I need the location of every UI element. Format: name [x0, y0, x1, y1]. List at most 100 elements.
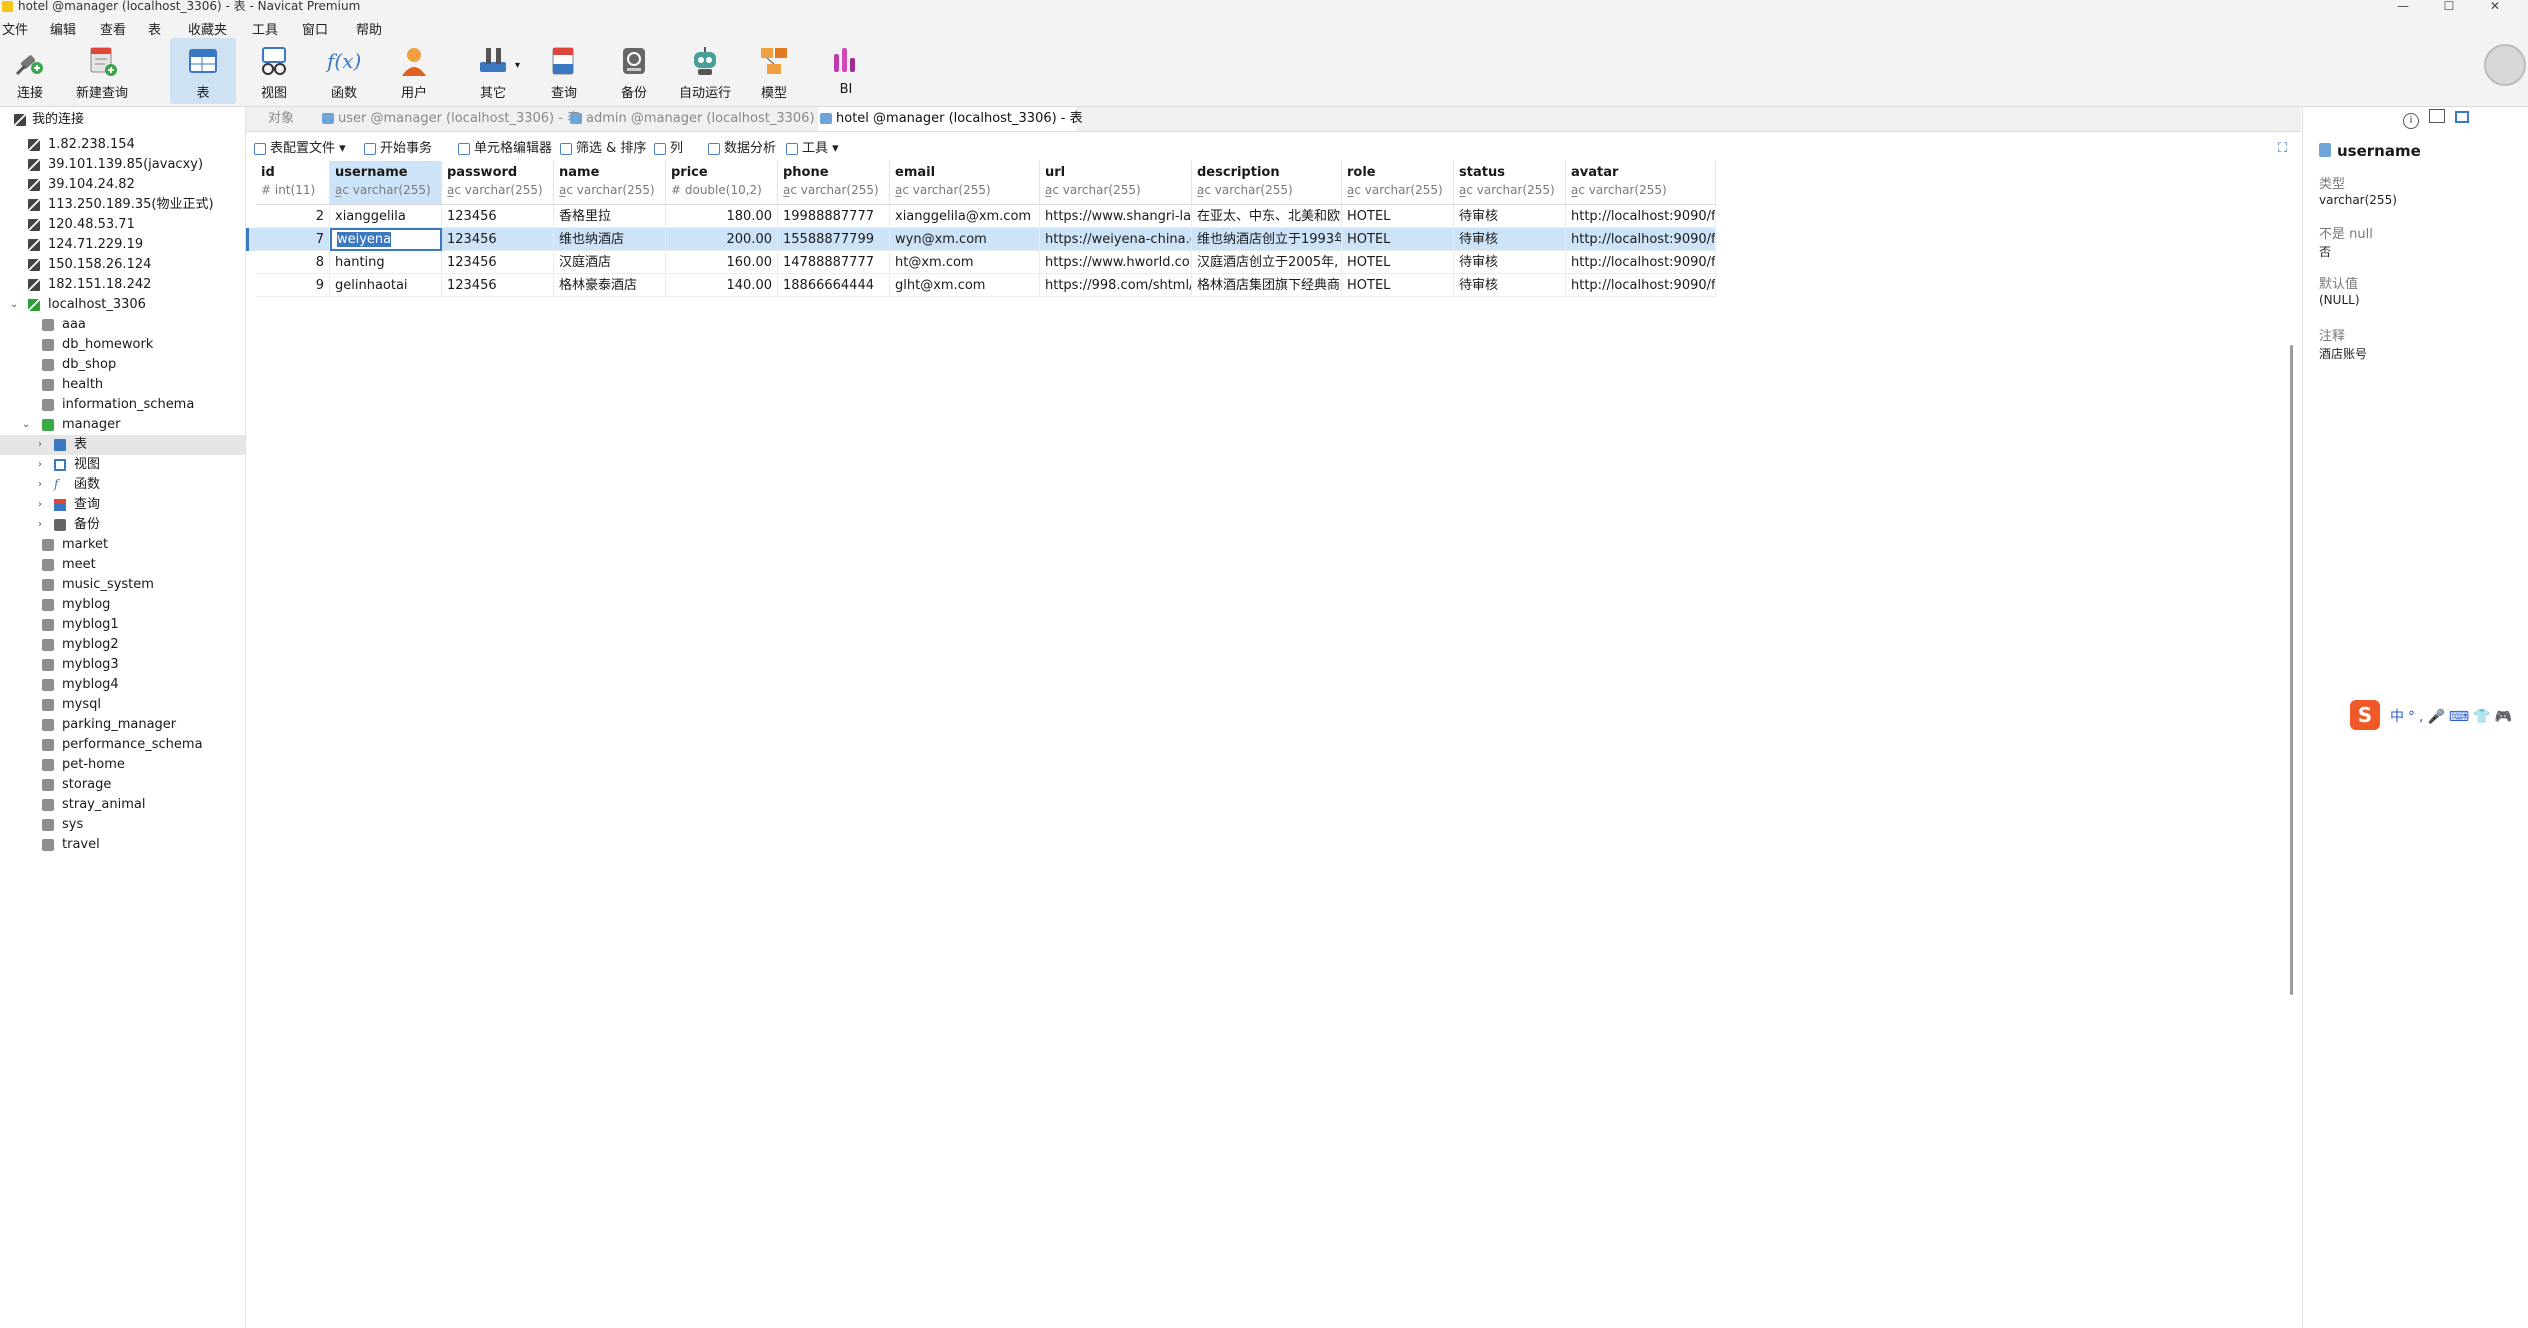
tree-connection[interactable]: 120.48.53.71 — [0, 215, 245, 235]
table-cell[interactable]: 200.00 — [666, 228, 778, 251]
filter-sort-button[interactable]: 筛选 & 排序 — [558, 140, 646, 158]
tree-database[interactable]: information_schema — [0, 395, 245, 415]
table-cell[interactable]: 15588877799 — [778, 228, 890, 251]
table-cell[interactable]: 待审核 — [1454, 274, 1566, 297]
tree-database[interactable]: myblog4 — [0, 675, 245, 695]
tree-database[interactable]: market — [0, 535, 245, 555]
tree-database[interactable]: storage — [0, 775, 245, 795]
menu-favorites[interactable]: 收藏夹 — [188, 19, 227, 38]
table-cell[interactable]: wyn@xm.com — [890, 228, 1040, 251]
column-header-name[interactable]: name a̲c varchar(255) — [554, 161, 666, 205]
tree-database[interactable]: myblog2 — [0, 635, 245, 655]
tree-database[interactable]: parking_manager — [0, 715, 245, 735]
tree-database[interactable]: pet-home — [0, 755, 245, 775]
table-cell[interactable]: https://998.com/shtml/0 — [1040, 274, 1192, 297]
tree-node-queries[interactable]: › 查询 — [0, 495, 245, 515]
column-header-url[interactable]: url a̲c varchar(255) — [1040, 161, 1192, 205]
table-cell[interactable]: 9 — [256, 274, 330, 297]
tree-connection[interactable]: 39.104.24.82 — [0, 175, 245, 195]
tree-connection[interactable]: 1.82.238.154 — [0, 135, 245, 155]
keyboard-icon[interactable]: ⌨ — [2449, 709, 2473, 725]
column-header-price[interactable]: price # double(10,2) — [666, 161, 778, 205]
table-cell-editing[interactable]: weiyena — [330, 228, 442, 251]
table-cell[interactable]: HOTEL — [1342, 251, 1454, 274]
tree-database[interactable]: performance_schema — [0, 735, 245, 755]
ime-punctuation[interactable]: °, — [2408, 709, 2427, 725]
tree-database[interactable]: mysql — [0, 695, 245, 715]
table-cell[interactable]: 123456 — [442, 251, 554, 274]
tree-connection[interactable]: 150.158.26.124 — [0, 255, 245, 275]
column-header-email[interactable]: email a̲c varchar(255) — [890, 161, 1040, 205]
table-cell[interactable]: 维也纳酒店 — [554, 228, 666, 251]
auto-run-button[interactable]: 自动运行 — [672, 38, 738, 104]
table-cell[interactable]: xianggelila@xm.com — [890, 205, 1040, 228]
tree-database-manager[interactable]: ⌄ manager — [0, 415, 245, 435]
table-cell[interactable]: 汉庭酒店创立于2005年, 是 — [1192, 251, 1342, 274]
backup-button[interactable]: 备份 — [612, 38, 656, 104]
vertical-scrollbar[interactable] — [2290, 345, 2293, 995]
table-cell[interactable]: 160.00 — [666, 251, 778, 274]
table-cell[interactable]: 19988887777 — [778, 205, 890, 228]
grid-view-icon[interactable] — [2455, 111, 2469, 123]
chevron-right-icon[interactable]: › — [38, 495, 42, 515]
table-cell[interactable]: 2 — [256, 205, 330, 228]
table-cell[interactable]: 维也纳酒店创立于1993年, — [1192, 228, 1342, 251]
chevron-right-icon[interactable]: › — [38, 435, 42, 455]
microphone-icon[interactable]: 🎤 — [2427, 709, 2448, 725]
table-cell[interactable]: 待审核 — [1454, 251, 1566, 274]
columns-button[interactable]: 列 — [652, 140, 683, 158]
tree-database[interactable]: stray_animal — [0, 795, 245, 815]
skin-icon[interactable]: 👕 — [2473, 709, 2494, 725]
column-header-password[interactable]: password a̲c varchar(255) — [442, 161, 554, 205]
tab-admin-table[interactable]: admin @manager (localhost_3306) -... — [568, 107, 836, 131]
tree-connection-localhost[interactable]: ⌄ localhost_3306 — [0, 295, 245, 315]
menu-table[interactable]: 表 — [148, 19, 161, 38]
model-button[interactable]: 模型 — [752, 38, 796, 104]
table-cell[interactable]: http://localhost:9090/file — [1566, 228, 1716, 251]
tree-connection[interactable]: 113.250.189.35(物业正式) — [0, 195, 245, 215]
table-cell[interactable]: glht@xm.com — [890, 274, 1040, 297]
tree-database[interactable]: myblog — [0, 595, 245, 615]
tree-node-functions[interactable]: › f 函数 — [0, 475, 245, 495]
ddl-icon[interactable] — [2429, 109, 2445, 123]
table-cell[interactable]: http://localhost:9090/file — [1566, 274, 1716, 297]
connect-button[interactable]: 连接 — [8, 38, 52, 104]
table-cell[interactable]: 格林酒店集团旗下经典商务 — [1192, 274, 1342, 297]
menu-edit[interactable]: 编辑 — [50, 19, 76, 38]
view-button[interactable]: 视图 — [252, 38, 296, 104]
tree-database[interactable]: db_shop — [0, 355, 245, 375]
menu-file[interactable]: 文件 — [2, 19, 28, 38]
avatar[interactable] — [2484, 44, 2526, 86]
sogou-logo-icon[interactable]: S — [2350, 700, 2380, 730]
column-header-phone[interactable]: phone a̲c varchar(255) — [778, 161, 890, 205]
other-button[interactable]: 其它 ▾ — [466, 38, 520, 104]
tree-database[interactable]: travel — [0, 835, 245, 855]
column-header-status[interactable]: status a̲c varchar(255) — [1454, 161, 1566, 205]
ime-chinese-mode[interactable]: 中 — [2390, 709, 2408, 725]
chevron-right-icon[interactable]: › — [38, 475, 42, 495]
table-button[interactable]: 表 — [170, 38, 236, 104]
tree-connection[interactable]: 39.101.139.85(javacxy) — [0, 155, 245, 175]
table-cell[interactable]: 123456 — [442, 274, 554, 297]
menu-window[interactable]: 窗口 — [302, 19, 328, 38]
tools-button[interactable]: 工具 ▾ — [784, 140, 839, 158]
other-dropdown-icon[interactable]: ▾ — [515, 60, 520, 71]
tree-connection[interactable]: 182.151.18.242 — [0, 275, 245, 295]
table-cell[interactable]: 8 — [256, 251, 330, 274]
tree-connection[interactable]: 124.71.229.19 — [0, 235, 245, 255]
table-cell[interactable]: https://weiyena-china.co — [1040, 228, 1192, 251]
table-cell[interactable]: 14788887777 — [778, 251, 890, 274]
table-cell[interactable]: 格林豪泰酒店 — [554, 274, 666, 297]
chevron-down-icon[interactable]: ⌄ — [22, 415, 30, 435]
table-cell[interactable]: HOTEL — [1342, 205, 1454, 228]
tree-database[interactable]: myblog1 — [0, 615, 245, 635]
user-button[interactable]: 用户 — [392, 38, 436, 104]
table-cell[interactable]: 在亚太、中东、北美和欧洲 — [1192, 205, 1342, 228]
table-cell[interactable]: ht@xm.com — [890, 251, 1040, 274]
menu-help[interactable]: 帮助 — [356, 19, 382, 38]
table-cell[interactable]: xianggelila — [330, 205, 442, 228]
table-cell[interactable]: hanting — [330, 251, 442, 274]
tree-node-views[interactable]: › 视图 — [0, 455, 245, 475]
function-button[interactable]: f(x) 函数 — [322, 38, 366, 104]
table-cell[interactable]: https://www.hworld.com — [1040, 251, 1192, 274]
